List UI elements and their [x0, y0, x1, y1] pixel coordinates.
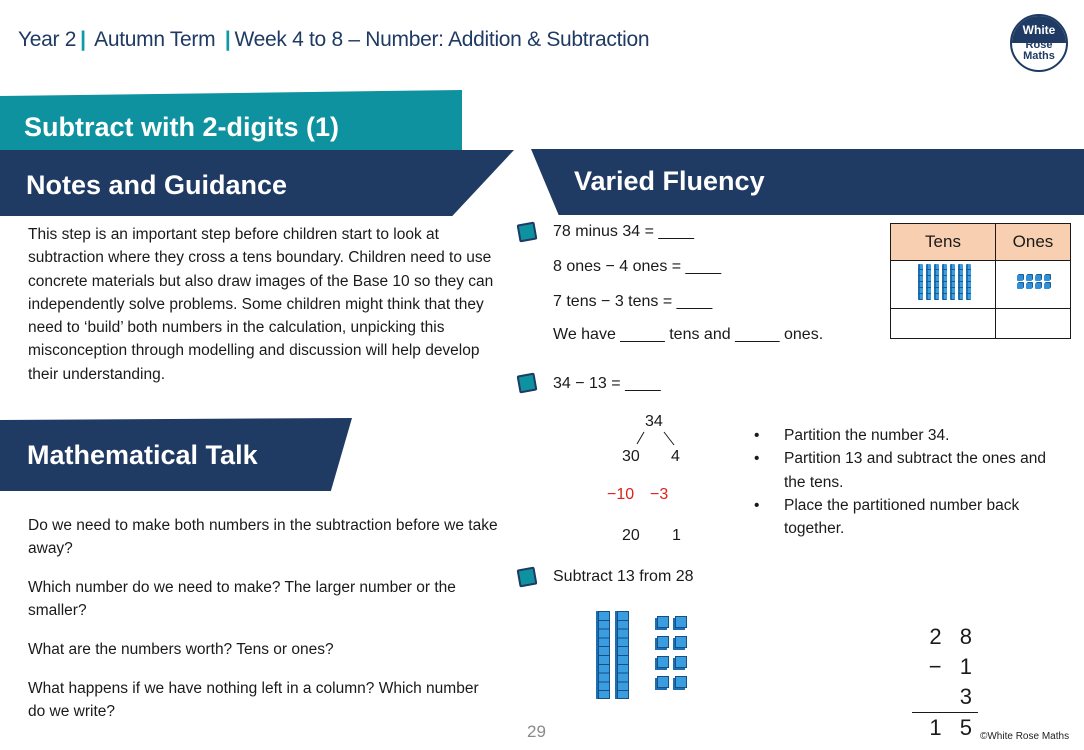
header-term: Autumn Term — [94, 28, 216, 51]
q1-line-1: 78 minus 34 = ____ — [553, 223, 694, 240]
partition-whole: 34 — [645, 413, 663, 430]
partition-ones: 4 — [671, 448, 680, 465]
page-number: 29 — [527, 722, 546, 741]
branch-right — [663, 431, 675, 446]
white-rose-maths-logo: White Rose Maths — [1010, 14, 1068, 72]
column-top: 2 8 — [929, 624, 978, 649]
ones-cube — [657, 636, 669, 648]
partition-step: Partition 13 and subtract the ones and t… — [752, 447, 1052, 494]
logo-line-3: Maths — [1023, 50, 1055, 62]
ones-cube — [1025, 275, 1032, 281]
ones-cube — [1016, 283, 1023, 289]
copyright: ©White Rose Maths — [980, 731, 1070, 742]
ones-cube — [675, 616, 687, 628]
ones-cube — [1034, 275, 1041, 281]
tens-rod — [918, 264, 923, 300]
logo-line-2-3: Rose Maths — [1012, 40, 1066, 62]
branch-left — [636, 431, 645, 445]
pv-header-tens: Tens — [890, 223, 996, 261]
tens-rod — [617, 611, 629, 699]
q1-line-4: We have _____ tens and _____ ones. — [553, 326, 824, 343]
ones-cube — [657, 676, 669, 688]
pv-empty-cell — [995, 308, 1071, 339]
varied-fluency-banner: Varied Fluency — [531, 149, 1084, 215]
base10-ones-cubes — [654, 612, 698, 692]
pv-empty-cell — [890, 308, 996, 339]
talk-question: Which number do we need to make? The lar… — [28, 579, 456, 619]
q1-line-3: 7 tens − 3 tens = ____ — [553, 293, 713, 310]
ones-cube — [675, 676, 687, 688]
subtract-ones: −3 — [650, 486, 669, 503]
ones-cube — [657, 616, 669, 628]
partition-step: Partition the number 34. — [752, 424, 1052, 448]
subtract-tens: −10 — [607, 486, 635, 503]
q3-prompt: Subtract 13 from 28 — [553, 568, 694, 585]
pv-tens-cell — [890, 260, 996, 309]
ones-cube — [1016, 275, 1023, 281]
ones-cube — [675, 656, 687, 668]
pv-ones-cell — [995, 260, 1071, 309]
header-separator: | — [224, 28, 231, 51]
mathematical-talk-title: Mathematical Talk — [27, 440, 258, 470]
result-tens: 20 — [622, 527, 640, 544]
header-separator: | — [80, 28, 86, 51]
question-marker-icon — [516, 566, 538, 588]
varied-fluency-title: Varied Fluency — [574, 166, 765, 196]
partition-step: Place the partitioned number back togeth… — [752, 494, 1052, 541]
talk-question: What are the numbers worth? Tens or ones… — [28, 641, 334, 658]
logo-line-1: White — [1022, 23, 1056, 37]
pv-header-ones: Ones — [995, 223, 1071, 261]
result-ones: 1 — [672, 527, 681, 544]
ones-cube — [1043, 275, 1050, 281]
ones-cube — [657, 656, 669, 668]
ones-cube — [1034, 283, 1041, 289]
q2-prompt: 34 − 13 = ____ — [553, 375, 661, 392]
talk-questions: Do we need to make both numbers in the s… — [28, 514, 498, 739]
column-answer: 1 5 — [929, 715, 978, 740]
column-subtrahend: − 1 3 — [928, 654, 978, 709]
partition-steps: Partition the number 34. Partition 13 an… — [752, 424, 1052, 540]
lesson-title: Subtract with 2-digits (1) — [24, 112, 340, 142]
place-value-table: Tens Ones — [890, 223, 1071, 339]
header-title: Year 2 | Autumn Term | Week 4 to 8 – Numbe… — [18, 28, 650, 52]
header-year: Year 2 — [18, 28, 77, 51]
talk-question: What happens if we have nothing left in … — [28, 680, 479, 720]
mathematical-talk-banner: Mathematical Talk — [0, 418, 352, 491]
notes-guidance-title: Notes and Guidance — [26, 170, 288, 200]
header-unit: Week 4 to 8 – Number: Addition & Subtrac… — [234, 28, 650, 51]
ones-cube — [1043, 283, 1050, 289]
tens-rod — [950, 264, 955, 300]
question-marker-icon — [516, 372, 538, 394]
column-subtraction: 2 8 − 1 3 1 5 — [912, 622, 978, 743]
notes-guidance-banner: Notes and Guidance — [0, 150, 514, 216]
tens-rod — [926, 264, 931, 300]
partition-tens: 30 — [622, 448, 640, 465]
partition-branches — [636, 431, 675, 446]
question-marker-icon — [516, 221, 538, 243]
tens-rod — [966, 264, 971, 300]
tens-rod — [958, 264, 963, 300]
ones-cube — [1025, 283, 1032, 289]
tens-rod — [598, 611, 610, 699]
notes-guidance-text: This step is an important step before ch… — [28, 226, 494, 383]
base10-tens-rods — [598, 611, 636, 703]
ones-cube — [675, 636, 687, 648]
q1-line-2: 8 ones − 4 ones = ____ — [553, 258, 722, 275]
tens-rod — [942, 264, 947, 300]
talk-question: Do we need to make both numbers in the s… — [28, 517, 498, 557]
tens-rod — [934, 264, 939, 300]
